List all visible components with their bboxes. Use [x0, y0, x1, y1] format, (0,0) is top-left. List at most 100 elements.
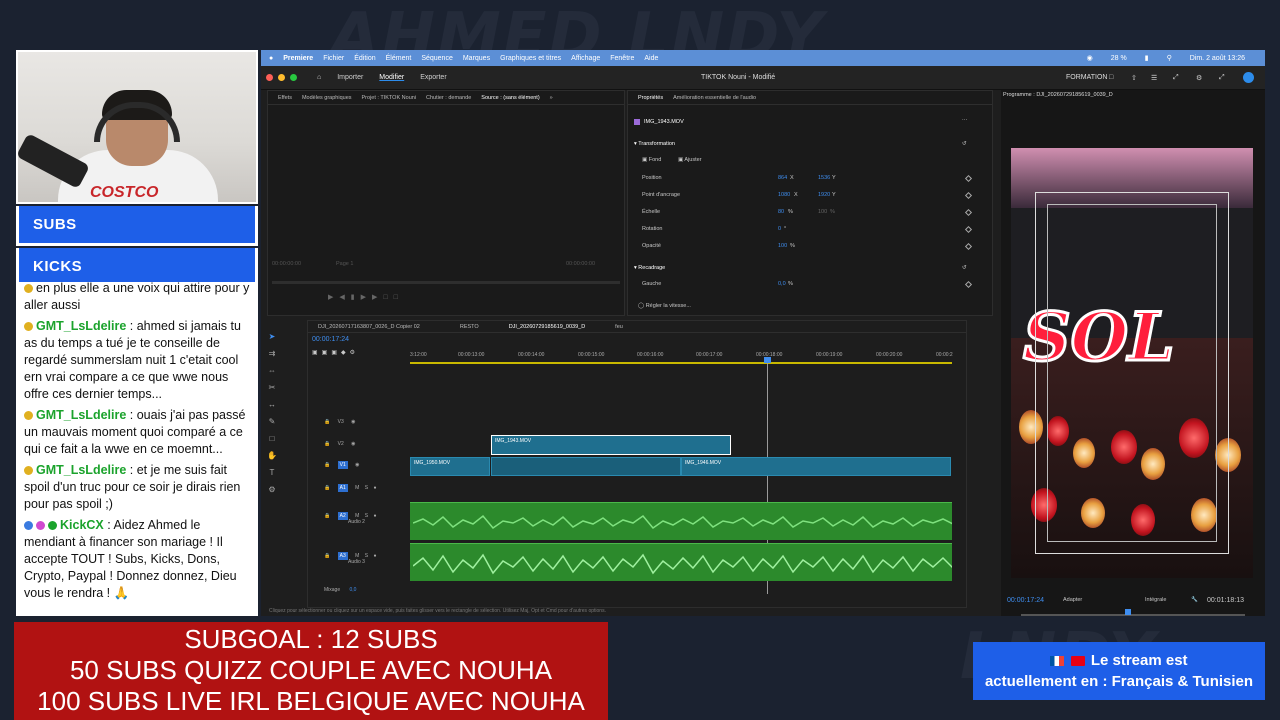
- program-zoom-select[interactable]: Adapter: [1063, 597, 1082, 603]
- chat-username[interactable]: GMT_LsLdelire: [36, 319, 126, 333]
- lock-icon[interactable]: 🔒: [324, 513, 330, 519]
- lock-icon[interactable]: 🔒: [324, 419, 330, 425]
- solo-button[interactable]: S: [365, 553, 368, 559]
- keyframe-icon[interactable]: [964, 242, 973, 251]
- menu-item-graphiques[interactable]: Graphiques et titres: [500, 55, 561, 62]
- workspace-label[interactable]: FORMATION: [1066, 74, 1107, 81]
- menu-item-affichage[interactable]: Affichage: [571, 55, 600, 62]
- menu-item-aide[interactable]: Aide: [644, 55, 658, 62]
- menu-item-edition[interactable]: Édition: [354, 55, 375, 62]
- menu-item-sequence[interactable]: Séquence: [421, 55, 453, 62]
- wrench-icon[interactable]: 🔧: [1191, 597, 1198, 603]
- speed-button[interactable]: ◯ Régler la vitesse...: [638, 303, 691, 309]
- sequence-tab[interactable]: DJI_20260729185619_0039_D: [509, 324, 585, 330]
- tab-modeles[interactable]: Modèles graphiques: [302, 95, 352, 101]
- position-x-value[interactable]: 864: [778, 175, 787, 181]
- tab-modifier[interactable]: Modifier: [379, 74, 404, 81]
- selection-tool-icon[interactable]: ➤: [265, 328, 279, 345]
- anchor-x-value[interactable]: 1080: [778, 192, 790, 198]
- mix-value[interactable]: 0,0: [350, 587, 357, 593]
- track-name[interactable]: V1: [337, 461, 348, 469]
- search-icon[interactable]: ⚲: [1167, 54, 1172, 62]
- playhead-handle[interactable]: [764, 357, 771, 363]
- video-clip[interactable]: IMG_1943.MOV: [491, 435, 731, 455]
- mic-icon[interactable]: ●: [373, 553, 376, 559]
- lock-icon[interactable]: 🔒: [324, 441, 330, 447]
- tab-importer[interactable]: Importer: [337, 74, 363, 81]
- program-title[interactable]: Programme : DJI_20260729185619_0039_D: [1003, 92, 1113, 98]
- keyframe-icon[interactable]: [964, 174, 973, 183]
- fit-option[interactable]: ▣ Ajuster: [678, 157, 702, 163]
- scale-value[interactable]: 80: [778, 209, 784, 215]
- chat-username[interactable]: GMT_LsLdelire: [36, 463, 126, 477]
- rotation-value[interactable]: 0: [778, 226, 781, 232]
- mute-button[interactable]: M: [355, 485, 359, 491]
- share-icon[interactable]: ⇧: [1131, 74, 1137, 82]
- track-name[interactable]: A1: [337, 484, 348, 492]
- crop-left-value[interactable]: 0,0: [778, 281, 786, 287]
- eye-icon[interactable]: ◉: [351, 441, 355, 447]
- program-quality-select[interactable]: Intégrale: [1145, 597, 1166, 603]
- type-tool-icon[interactable]: T: [265, 464, 279, 481]
- adjust-tool-icon[interactable]: ⚙: [265, 481, 279, 498]
- razor-tool-icon[interactable]: ✂: [265, 379, 279, 396]
- program-playhead[interactable]: [1125, 609, 1131, 615]
- eye-icon[interactable]: ◉: [351, 419, 355, 425]
- tab-exporter[interactable]: Exporter: [420, 74, 446, 81]
- more-options-icon[interactable]: ⋯: [962, 117, 968, 123]
- track-name[interactable]: A3: [337, 552, 348, 560]
- menu-icon[interactable]: ☰: [1151, 74, 1157, 82]
- position-y-value[interactable]: 1536: [818, 175, 830, 181]
- audio-clip-a3[interactable]: [410, 543, 952, 581]
- tab-proprietes[interactable]: Propriétés: [638, 95, 663, 101]
- tab-amelioration-audio[interactable]: Amélioration essentielle de l'audio: [673, 95, 756, 101]
- crop-section[interactable]: ▾ Recadrage: [634, 265, 665, 271]
- keyframe-icon[interactable]: [964, 191, 973, 200]
- work-area-bar[interactable]: [410, 362, 952, 364]
- tab-source[interactable]: Source : (sans élément): [481, 95, 539, 101]
- hand-tool-icon[interactable]: ✋: [265, 447, 279, 464]
- workspace-icon[interactable]: □: [1109, 74, 1113, 81]
- eye-icon[interactable]: ◉: [355, 462, 359, 468]
- menu-item-premiere[interactable]: Premiere: [283, 55, 313, 62]
- track-select-icon[interactable]: ⇉: [265, 345, 279, 362]
- reset-crop-icon[interactable]: ↺: [962, 265, 967, 271]
- track-name[interactable]: A2: [337, 512, 348, 520]
- solo-button[interactable]: S: [365, 485, 368, 491]
- program-scrub-bar[interactable]: [1021, 614, 1245, 616]
- chat-username[interactable]: KickCX: [60, 518, 104, 532]
- rectangle-tool-icon[interactable]: □: [265, 430, 279, 447]
- lock-icon[interactable]: 🔒: [324, 462, 330, 468]
- transform-section[interactable]: ▾ Transformation: [634, 141, 675, 147]
- home-icon[interactable]: ⌂: [317, 74, 321, 81]
- video-clip[interactable]: IMG_1946.MOV: [681, 457, 951, 476]
- timeline-tools[interactable]: ▣▣▣◆⚙: [312, 349, 359, 356]
- source-page-select[interactable]: Page 1: [336, 261, 353, 267]
- ripple-edit-icon[interactable]: ⇔: [265, 362, 279, 379]
- user-avatar[interactable]: [1243, 72, 1254, 83]
- expand-icon[interactable]: ⤢: [1219, 74, 1225, 82]
- menu-item-fichier[interactable]: Fichier: [323, 55, 344, 62]
- fullscreen-icon[interactable]: ⤢: [1173, 74, 1179, 82]
- sequence-tab[interactable]: DJI_20260717163807_0026_D Copier 02: [318, 324, 420, 330]
- slip-tool-icon[interactable]: ↔: [265, 396, 279, 413]
- video-clip-empty[interactable]: [491, 457, 681, 476]
- battery-icon[interactable]: ▮: [1145, 54, 1149, 62]
- fill-option[interactable]: ▣ Fond: [642, 157, 661, 163]
- minimize-window-button[interactable]: [278, 74, 285, 81]
- audio-clip-a2[interactable]: [410, 502, 952, 540]
- timeline-timecode[interactable]: 00:00:17:24: [312, 336, 349, 343]
- solo-button[interactable]: S: [365, 513, 368, 519]
- tab-projet[interactable]: Projet : TIKTOK Nouni: [362, 95, 417, 101]
- menu-item-fenetre[interactable]: Fenêtre: [610, 55, 634, 62]
- keyframe-icon[interactable]: [964, 280, 973, 289]
- tab-chutier[interactable]: Chutier : demande: [426, 95, 471, 101]
- more-tabs-icon[interactable]: »: [550, 95, 553, 101]
- mic-icon[interactable]: ●: [373, 513, 376, 519]
- source-scrub-bar[interactable]: [272, 281, 620, 284]
- tab-effets[interactable]: Effets: [278, 95, 292, 101]
- video-clip[interactable]: IMG_1950.MOV: [410, 457, 490, 476]
- close-window-button[interactable]: [266, 74, 273, 81]
- program-timecode[interactable]: 00:00:17:24: [1007, 597, 1044, 604]
- reset-transform-icon[interactable]: ↺: [962, 141, 967, 147]
